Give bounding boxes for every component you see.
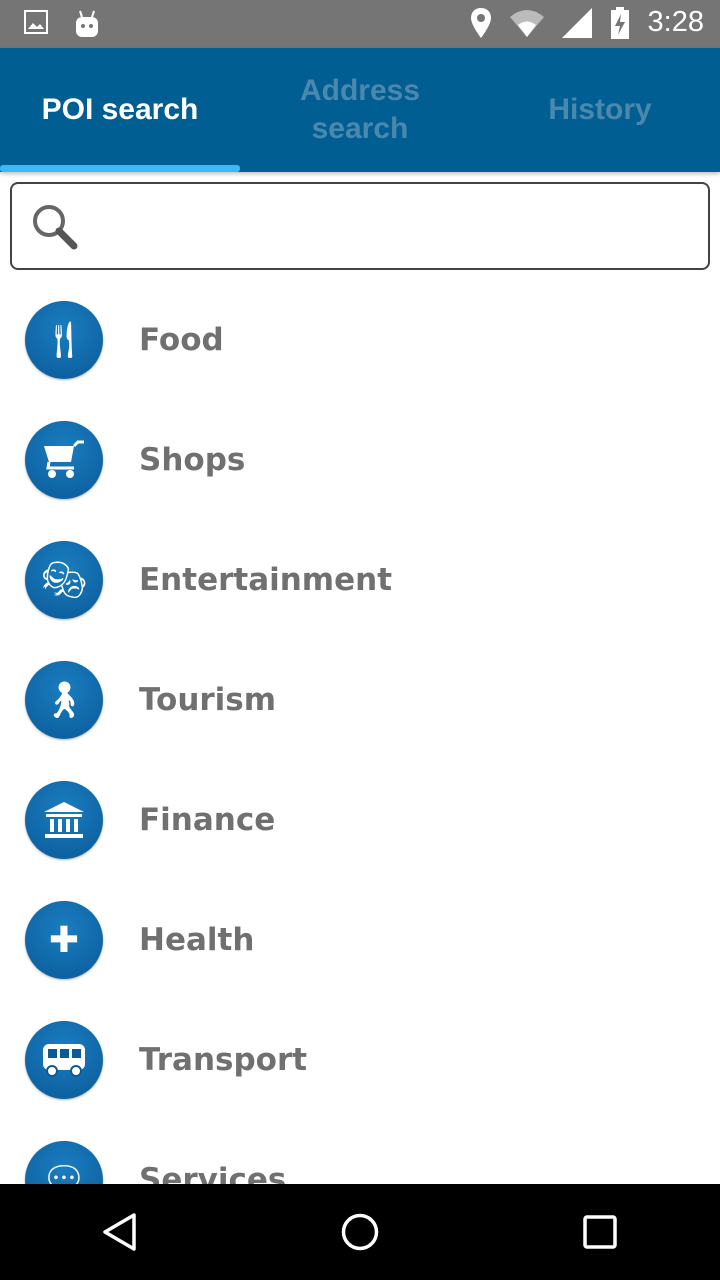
tab-poi-search[interactable]: POI search [0, 48, 240, 172]
chat-icon: 💬︎ [25, 1141, 103, 1184]
category-food[interactable]: 🍴︎ Food [0, 280, 720, 400]
stethoscope-icon: ✚ [25, 901, 103, 979]
tab-address-search[interactable]: Address search [240, 48, 480, 172]
category-label: Finance [139, 802, 276, 838]
recents-button[interactable] [580, 1212, 620, 1252]
category-list[interactable]: 🍴︎ Food Shops 🎭︎ Entertainment 🚶︎ Tourism F… [0, 280, 720, 1184]
category-label: Entertainment [139, 562, 393, 598]
category-label: Food [139, 322, 224, 358]
image-icon [24, 10, 48, 34]
category-tourism[interactable]: 🚶︎ Tourism [0, 640, 720, 760]
search-box[interactable] [10, 182, 710, 270]
clock: 3:28 [647, 6, 704, 38]
cutlery-icon: 🍴︎ [25, 301, 103, 379]
category-entertainment[interactable]: 🎭︎ Entertainment [0, 520, 720, 640]
category-shops[interactable]: Shops [0, 400, 720, 520]
category-label: Health [139, 922, 255, 958]
search-icon [33, 205, 78, 250]
signal-icon [561, 7, 592, 38]
location-icon [470, 7, 491, 38]
search-input[interactable] [102, 194, 692, 258]
tab-label: Address search [299, 74, 421, 145]
traveler-icon: 🚶︎ [25, 661, 103, 739]
theater-masks-icon: 🎭︎ [25, 541, 103, 619]
wifi-icon [509, 9, 544, 37]
category-label: Tourism [139, 682, 277, 718]
bus-icon [25, 1021, 103, 1099]
bank-icon [25, 781, 103, 859]
category-services[interactable]: 💬︎ Services [0, 1120, 720, 1184]
category-label: Transport [139, 1042, 308, 1078]
navigation-bar [0, 1184, 720, 1280]
category-transport[interactable]: Transport [0, 1000, 720, 1120]
cart-icon [25, 421, 103, 499]
tab-bar: POI search Address search History [0, 48, 720, 172]
home-button[interactable] [340, 1212, 380, 1252]
battery-charging-icon [610, 6, 629, 39]
status-bar: 3:28 [0, 0, 720, 48]
back-button[interactable] [100, 1212, 140, 1252]
android-icon [76, 10, 98, 37]
category-label: Shops [139, 442, 246, 478]
category-health[interactable]: ✚ Health [0, 880, 720, 1000]
category-finance[interactable]: Finance [0, 760, 720, 880]
tab-history[interactable]: History [480, 48, 720, 172]
category-label: Services [139, 1162, 287, 1184]
